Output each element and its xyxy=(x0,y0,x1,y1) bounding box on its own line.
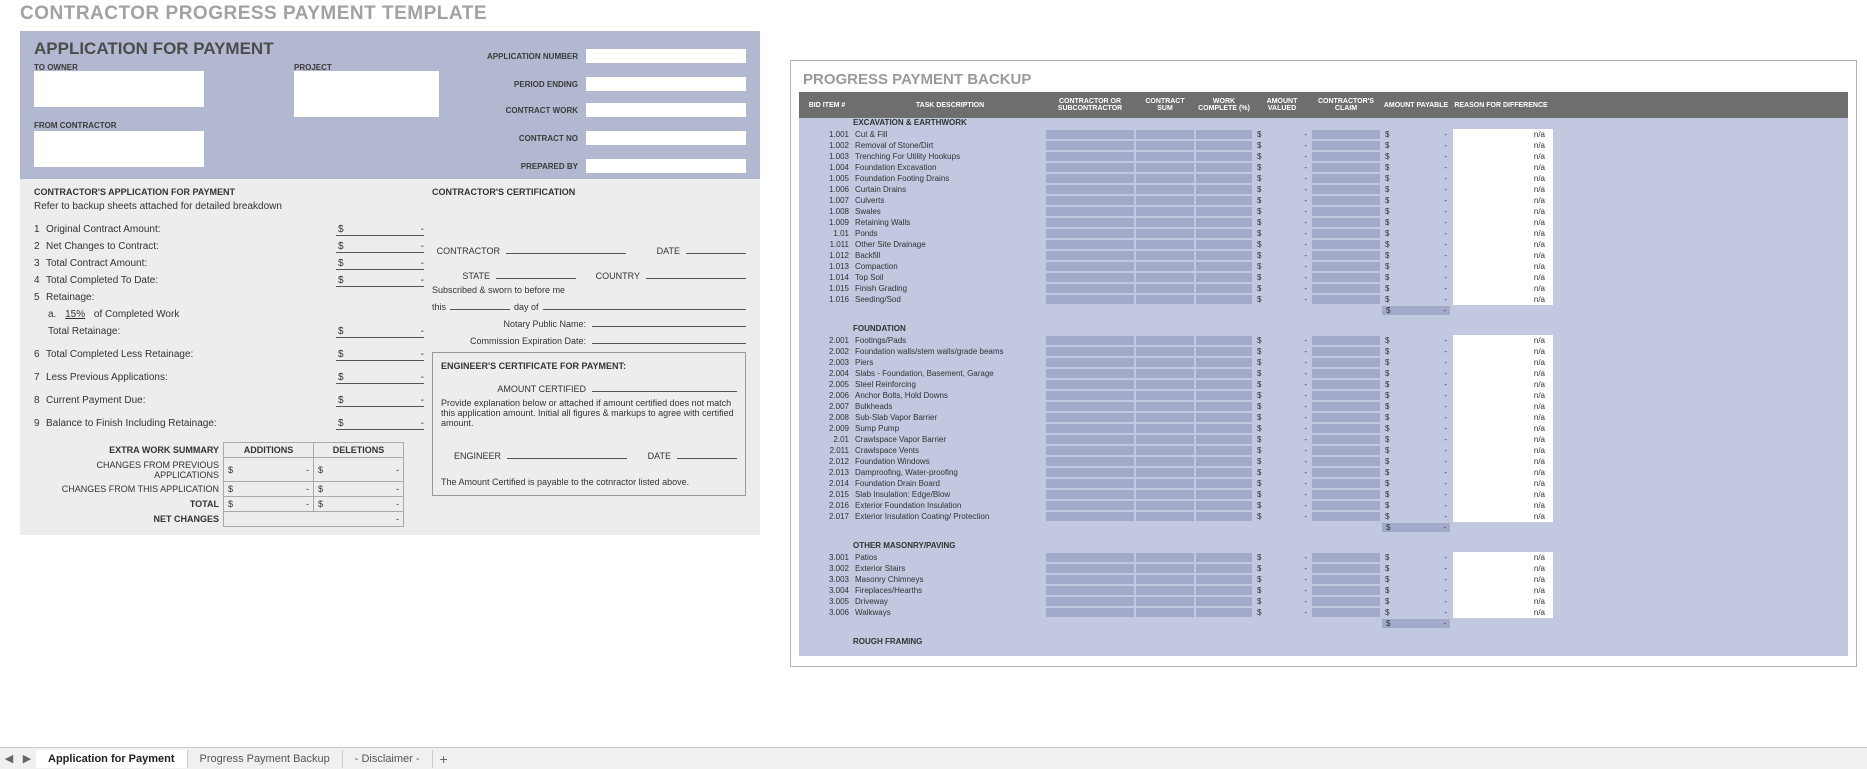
backup-row: 1.006Curtain Drains$-$-n/a xyxy=(799,184,1848,195)
period-label: PERIOD ENDING xyxy=(478,80,578,89)
category-row: FOUNDATION xyxy=(799,324,1848,335)
backup-row: 3.005Driveway$-$-n/a xyxy=(799,596,1848,607)
backup-row: 2.007Bulkheads$-$-n/a xyxy=(799,401,1848,412)
backup-row: 3.001Patios$-$-n/a xyxy=(799,552,1848,563)
backup-row: 2.001Footings/Pads$-$-n/a xyxy=(799,335,1848,346)
section-total-row: $- xyxy=(799,305,1848,316)
backup-row: 3.006Walkways$-$-n/a xyxy=(799,607,1848,618)
section-total-row: $- xyxy=(799,618,1848,629)
period-input[interactable] xyxy=(586,77,746,91)
backup-title: PROGRESS PAYMENT BACKUP xyxy=(803,71,1848,88)
backup-table-header: BID ITEM #TASK DESCRIPTIONCONTRACTOR OR … xyxy=(799,92,1848,118)
tab-application-for-payment[interactable]: Application for Payment xyxy=(36,750,188,768)
contract-work-label: CONTRACT WORK xyxy=(478,106,578,115)
backup-row: 1.002Removal of Stone/Dirt$-$-n/a xyxy=(799,140,1848,151)
backup-row: 2.012Foundation Windows$-$-n/a xyxy=(799,456,1848,467)
app-no-label: APPLICATION NUMBER xyxy=(478,52,578,61)
backup-sheet-preview: PROGRESS PAYMENT BACKUP BID ITEM #TASK D… xyxy=(760,0,1867,747)
backup-row: 2.01Crawlspace Vapor Barrier$-$-n/a xyxy=(799,434,1848,445)
backup-row: 2.009Sump Pump$-$-n/a xyxy=(799,423,1848,434)
from-contractor-input[interactable] xyxy=(34,131,204,167)
backup-row: 2.016Exterior Foundation Insulation$-$-n… xyxy=(799,500,1848,511)
from-contractor-label: FROM CONTRACTOR xyxy=(34,121,117,130)
sheet-tab-bar: ◀ ▶ Application for Payment Progress Pay… xyxy=(0,747,1867,769)
project-input[interactable] xyxy=(294,71,439,117)
backup-row: 1.009Retaining Walls$-$-n/a xyxy=(799,217,1848,228)
backup-row: 1.015Finish Grading$-$-n/a xyxy=(799,283,1848,294)
category-row: ROUGH FRAMING xyxy=(799,637,1848,648)
backup-row: 1.012Backfill$-$-n/a xyxy=(799,250,1848,261)
backup-row: 1.014Top Soil$-$-n/a xyxy=(799,272,1848,283)
app-no-input[interactable] xyxy=(586,49,746,63)
contract-work-input[interactable] xyxy=(586,103,746,117)
backup-row: 1.001Cut & Fill$-$-n/a xyxy=(799,129,1848,140)
section-total-row: $- xyxy=(799,522,1848,533)
tab-scroll-left-icon[interactable]: ◀ xyxy=(0,752,18,765)
backup-row: 2.005Steel Reinforcing$-$-n/a xyxy=(799,379,1848,390)
to-owner-input[interactable] xyxy=(34,71,204,107)
cert-header: CONTRACTOR'S CERTIFICATION xyxy=(432,187,746,197)
backup-row: 2.014Foundation Drain Board$-$-n/a xyxy=(799,478,1848,489)
backup-row: 1.004Foundation Excavation$-$-n/a xyxy=(799,162,1848,173)
backup-row: 2.013Damproofing, Water-proofing$-$-n/a xyxy=(799,467,1848,478)
contractor-application-column: CONTRACTOR'S APPLICATION FOR PAYMENT Ref… xyxy=(34,187,424,527)
application-header-block: APPLICATION FOR PAYMENT TO OWNER FROM CO… xyxy=(20,31,760,179)
prepared-by-input[interactable] xyxy=(586,159,746,173)
contract-no-input[interactable] xyxy=(586,131,746,145)
main-title: CONTRACTOR PROGRESS PAYMENT TEMPLATE xyxy=(20,3,760,25)
backup-row: 1.01Ponds$-$-n/a xyxy=(799,228,1848,239)
backup-row: 1.003Trenching For Utility Hookups$-$-n/… xyxy=(799,151,1848,162)
backup-row: 1.005Foundation Footing Drains$-$-n/a xyxy=(799,173,1848,184)
backup-row: 2.006Anchor Bolts, Hold Downs$-$-n/a xyxy=(799,390,1848,401)
backup-row: 1.007Culverts$-$-n/a xyxy=(799,195,1848,206)
backup-row: 2.015Slab Insulation: Edge/Blow$-$-n/a xyxy=(799,489,1848,500)
backup-row: 2.004Slabs - Foundation, Basement, Garag… xyxy=(799,368,1848,379)
contractor-certification-column: CONTRACTOR'S CERTIFICATION CONTRACTORDAT… xyxy=(432,187,746,527)
backup-row: 1.016Seeding/Sod$-$-n/a xyxy=(799,294,1848,305)
backup-row: 3.004Fireplaces/Hearths$-$-n/a xyxy=(799,585,1848,596)
backup-row: 3.003Masonry Chimneys$-$-n/a xyxy=(799,574,1848,585)
backup-table-body: EXCAVATION & EARTHWORK1.001Cut & Fill$-$… xyxy=(799,118,1848,656)
extra-work-summary-table: EXTRA WORK SUMMARYADDITIONSDELETIONS CHA… xyxy=(34,442,404,527)
category-row: OTHER MASONRY/PAVING xyxy=(799,541,1848,552)
contractor-app-subtext: Refer to backup sheets attached for deta… xyxy=(34,201,424,212)
contract-no-label: CONTRACT NO xyxy=(478,134,578,143)
backup-row: 1.008Swales$-$-n/a xyxy=(799,206,1848,217)
prepared-by-label: PREPARED BY xyxy=(478,162,578,171)
backup-row: 2.002Foundation walls/stem walls/grade b… xyxy=(799,346,1848,357)
backup-row: 2.017Exterior Insulation Coating/ Protec… xyxy=(799,511,1848,522)
backup-row: 2.011Crawlspace Vents$-$-n/a xyxy=(799,445,1848,456)
contractor-app-header: CONTRACTOR'S APPLICATION FOR PAYMENT xyxy=(34,187,424,197)
backup-row: 3.002Exterior Stairs$-$-n/a xyxy=(799,563,1848,574)
backup-row: 1.013Compaction$-$-n/a xyxy=(799,261,1848,272)
backup-row: 2.003Piers$-$-n/a xyxy=(799,357,1848,368)
tab-scroll-right-icon[interactable]: ▶ xyxy=(18,752,36,765)
application-sheet: CONTRACTOR PROGRESS PAYMENT TEMPLATE APP… xyxy=(0,0,760,747)
tab-progress-payment-backup[interactable]: Progress Payment Backup xyxy=(188,750,343,768)
tab-disclaimer[interactable]: - Disclaimer - xyxy=(343,750,433,768)
engineer-certificate-box: ENGINEER'S CERTIFICATE FOR PAYMENT: AMOU… xyxy=(432,352,746,496)
backup-row: 2.008Sub-Slab Vapor Barrier$-$-n/a xyxy=(799,412,1848,423)
add-sheet-button[interactable]: + xyxy=(433,751,455,767)
backup-row: 1.011Other Site Drainage$-$-n/a xyxy=(799,239,1848,250)
category-row: EXCAVATION & EARTHWORK xyxy=(799,118,1848,129)
